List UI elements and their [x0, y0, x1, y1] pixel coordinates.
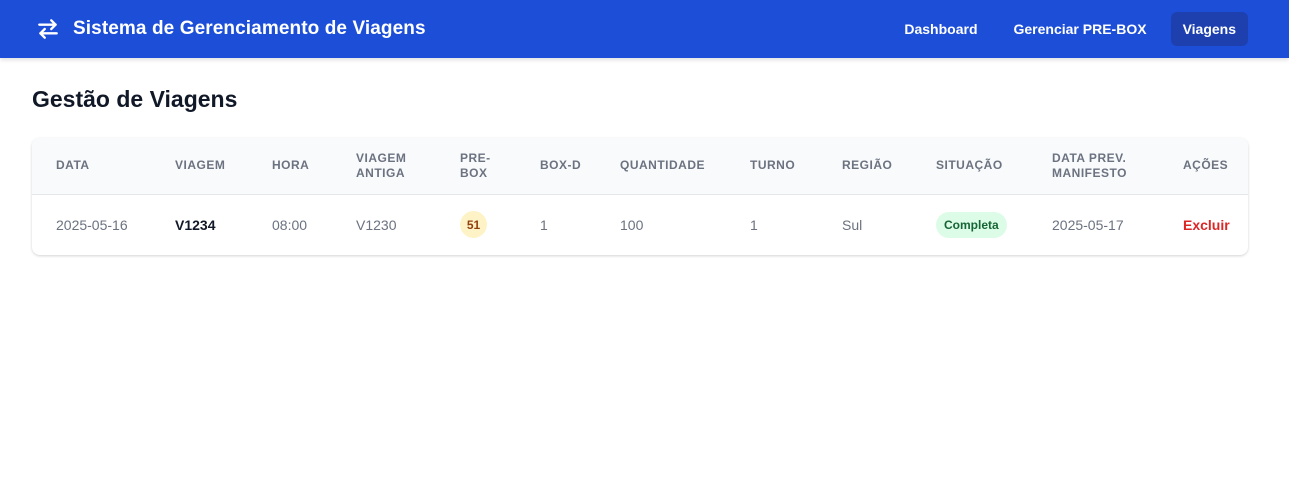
prebox-badge: 51 — [460, 211, 487, 239]
col-header-boxd: Box-D — [540, 158, 582, 173]
col-header-data: Data — [56, 158, 90, 173]
col-header-data-prev-manifesto: Data Prev. Manifesto — [1052, 150, 1127, 180]
nav-viagens[interactable]: Viagens — [1170, 12, 1248, 46]
trips-table: Data Viagem Hora Viagem Antiga Pre-box B… — [32, 138, 1248, 255]
cell-boxd: 1 — [540, 216, 548, 233]
cell-regiao: Sul — [842, 216, 863, 233]
cell-situacao: Completa — [912, 194, 1028, 255]
cell-quantidade: 100 — [620, 216, 644, 233]
nav-gerenciar-prebox[interactable]: Gerenciar PRE-BOX — [1002, 12, 1159, 46]
table-row: 2025-05-16 V1234 08:00 V1230 51 1 100 1 … — [32, 194, 1248, 255]
col-header-viagem: Viagem — [175, 158, 226, 173]
cell-turno: 1 — [750, 216, 758, 233]
page-title: Gestão de Viagens — [32, 86, 238, 112]
cell-prebox: 51 — [436, 194, 516, 255]
cell-data-prev-manifesto: 2025-05-17 — [1052, 216, 1124, 233]
cell-acoes: Excluir — [1159, 194, 1248, 255]
cell-viagem-antiga: V1230 — [356, 216, 397, 233]
cell-hora: 08:00 — [272, 216, 308, 233]
app-title: Sistema de Gerenciamento de Viagens — [73, 18, 426, 39]
col-header-situacao: Situação — [936, 158, 1003, 173]
col-header-viagem-antiga: Viagem Antiga — [356, 150, 407, 180]
cell-data: 2025-05-16 — [56, 216, 128, 233]
trips-table-card: Data Viagem Hora Viagem Antiga Pre-box B… — [32, 138, 1248, 255]
col-header-turno: Turno — [750, 158, 796, 173]
swap-arrows-icon — [34, 15, 62, 43]
top-navbar: Sistema de Gerenciamento de Viagens Dash… — [0, 0, 1289, 58]
col-header-prebox: Pre-box — [460, 150, 491, 180]
status-badge: Completa — [936, 211, 1007, 238]
delete-button[interactable]: Excluir — [1183, 217, 1230, 233]
col-header-acoes: Ações — [1183, 158, 1229, 173]
brand: Sistema de Gerenciamento de Viagens — [34, 15, 426, 43]
col-header-quantidade: Quantidade — [620, 158, 705, 173]
main-nav: Dashboard Gerenciar PRE-BOX Viagens — [892, 12, 1248, 46]
table-header-row: Data Viagem Hora Viagem Antiga Pre-box B… — [32, 138, 1248, 194]
cell-viagem: V1234 — [175, 216, 216, 233]
nav-dashboard[interactable]: Dashboard — [892, 12, 989, 46]
col-header-hora: Hora — [272, 158, 310, 173]
col-header-regiao: Região — [842, 158, 893, 173]
